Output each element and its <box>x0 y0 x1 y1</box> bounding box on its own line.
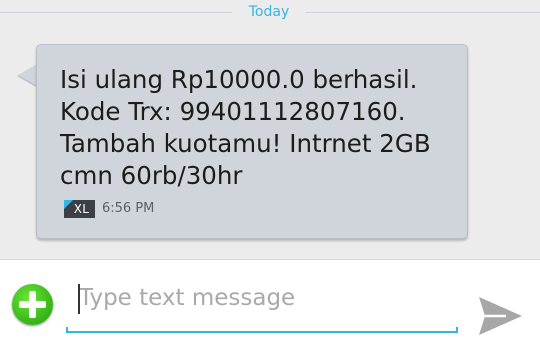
message-meta: XL 6:56 PM <box>64 200 154 218</box>
date-label: Today <box>248 4 290 20</box>
bubble-tail <box>18 64 37 86</box>
compose-bar <box>0 259 540 358</box>
text-cursor <box>78 284 80 314</box>
message-item[interactable]: Isi ulang Rp10000.0 berhasil. Kode Trx: … <box>17 44 470 242</box>
sim-label: XL <box>73 202 90 216</box>
message-input[interactable] <box>66 278 458 318</box>
message-bubble[interactable]: Isi ulang Rp10000.0 berhasil. Kode Trx: … <box>36 44 468 239</box>
add-icon[interactable] <box>12 284 53 325</box>
input-underline <box>66 327 458 333</box>
message-timestamp: 6:56 PM <box>102 201 155 216</box>
divider-line-right <box>306 12 540 13</box>
divider-line-left <box>0 12 232 13</box>
message-text: Isi ulang Rp10000.0 berhasil. Kode Trx: … <box>60 65 431 190</box>
message-thread[interactable]: Today Isi ulang Rp10000.0 berhasil. Kode… <box>0 0 540 259</box>
sim-badge-icon: XL <box>64 200 95 218</box>
send-icon[interactable] <box>476 294 524 338</box>
date-divider: Today <box>0 3 540 21</box>
